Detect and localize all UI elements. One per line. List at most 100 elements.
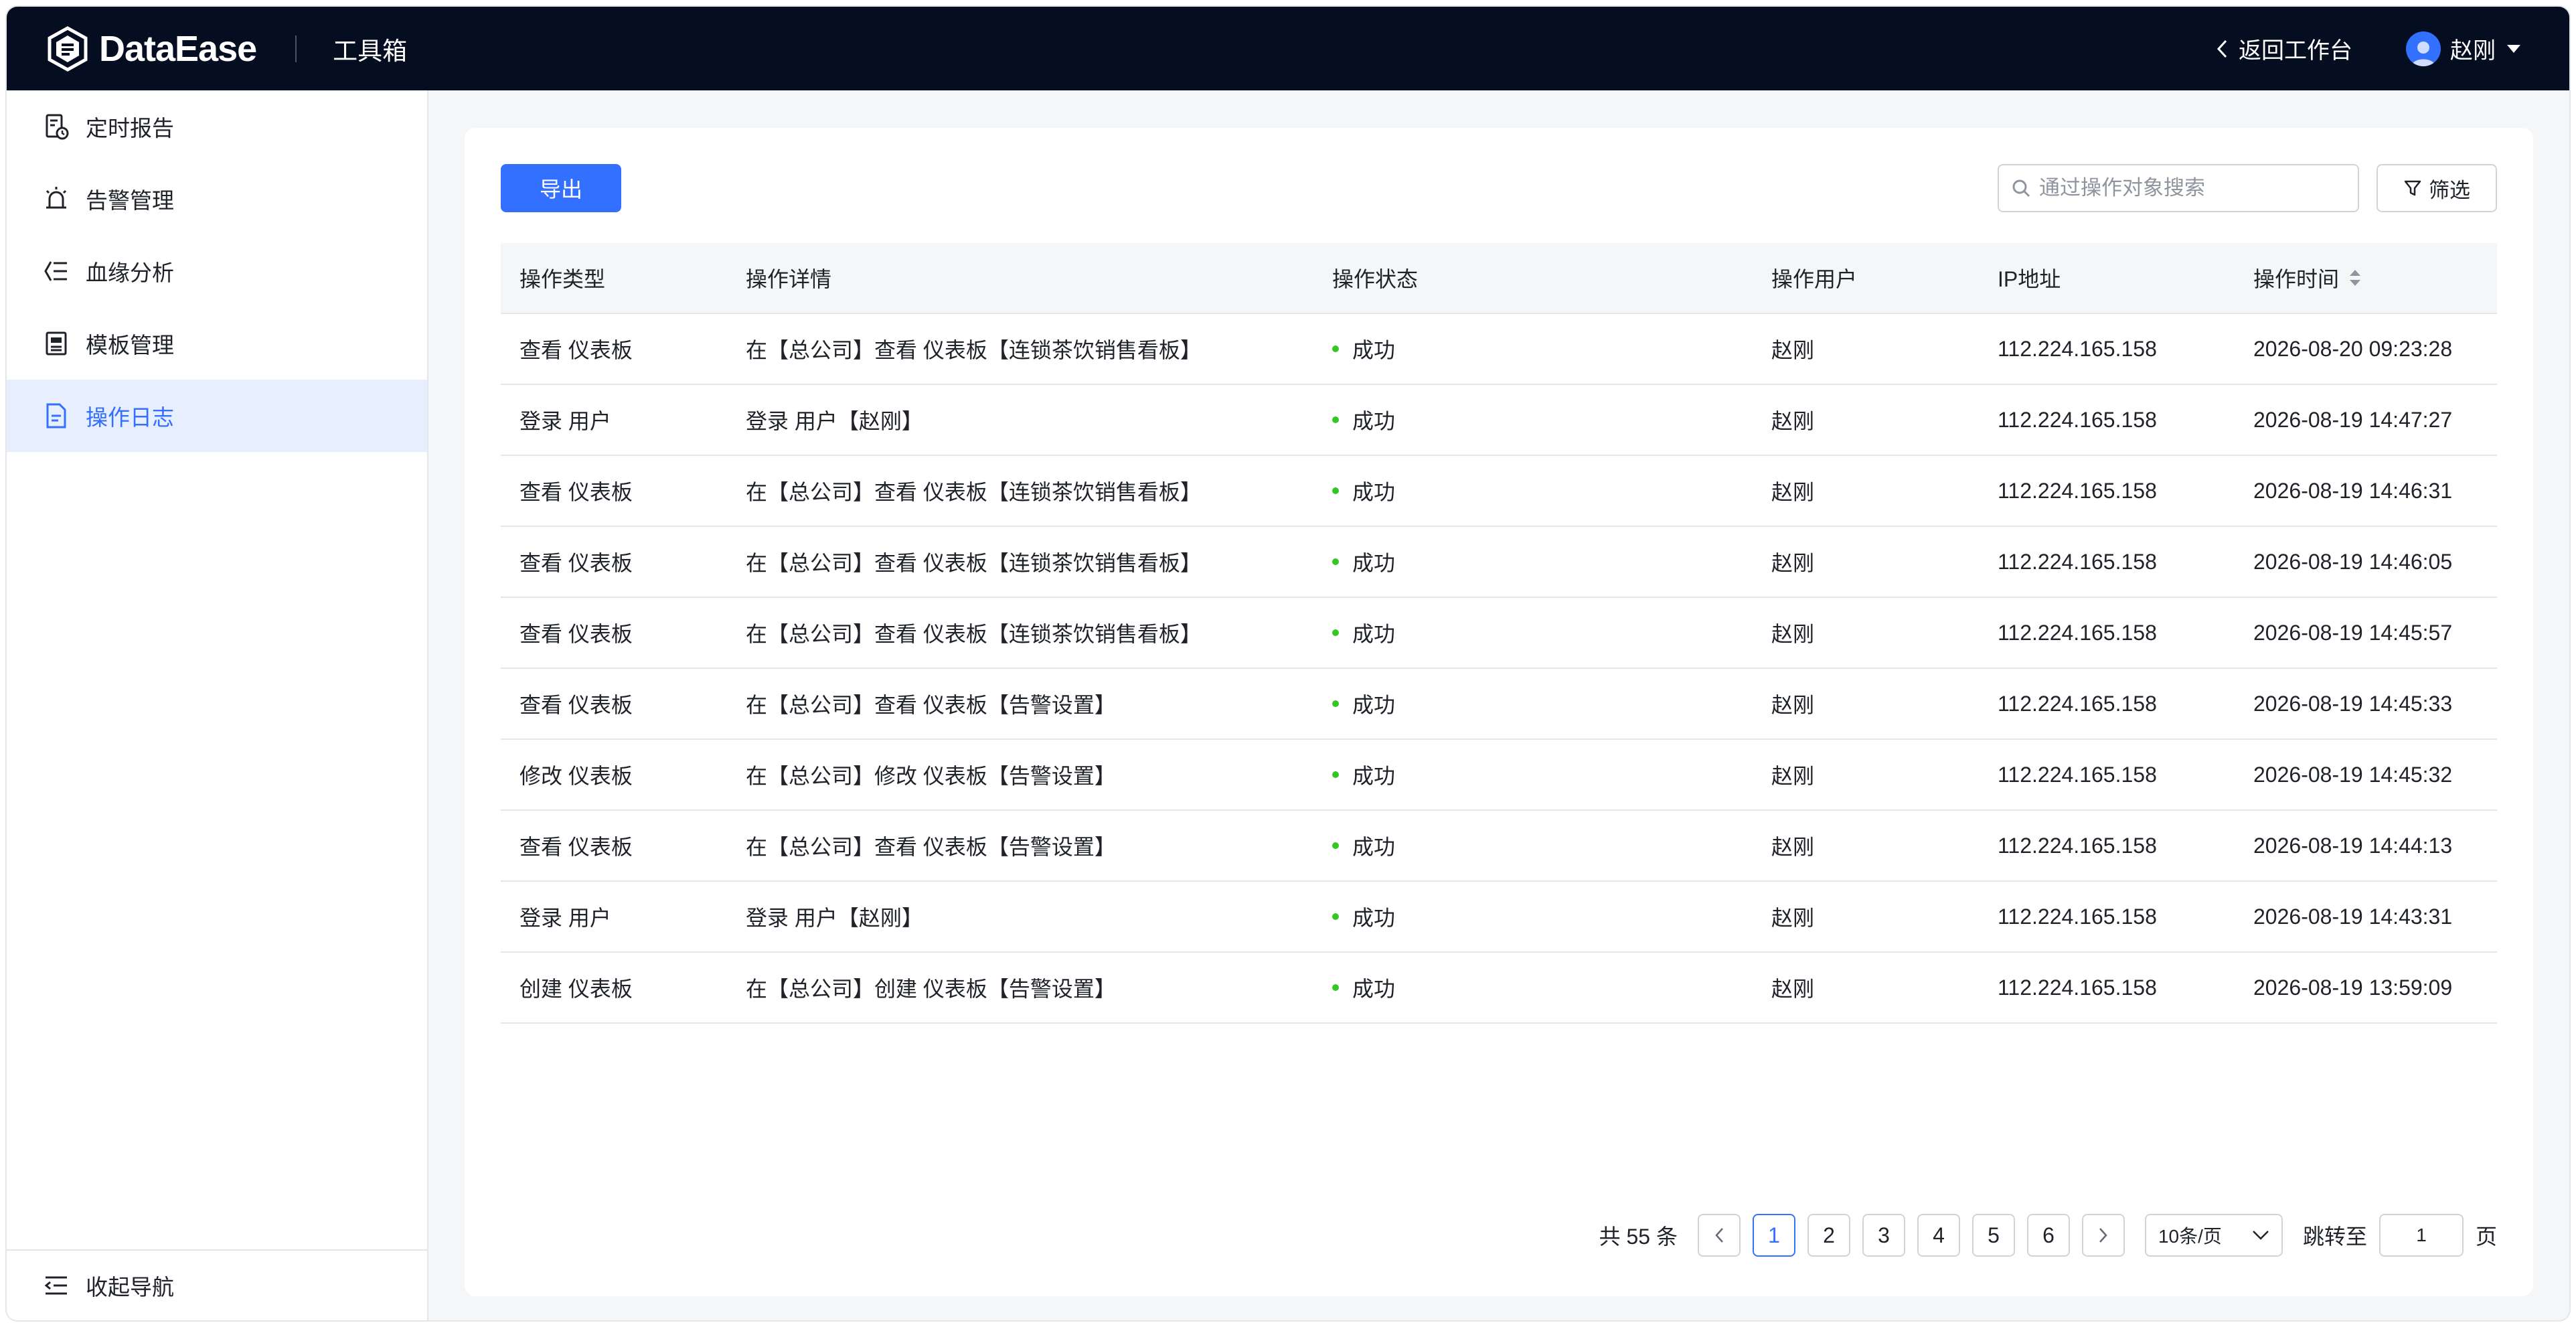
column-header-label: 操作时间	[2253, 267, 2340, 291]
cell-user: 赵刚	[1771, 835, 1815, 859]
status-dot	[1332, 771, 1339, 778]
cell-time: 2026-08-19 14:43:31	[2253, 904, 2453, 929]
status-text: 成功	[1352, 835, 1396, 859]
page-5-button[interactable]: 5	[1971, 1214, 2015, 1257]
section-title: 工具箱	[333, 37, 408, 65]
status-dot	[1332, 842, 1339, 849]
sidebar-item-lineage[interactable]: 血缘分析	[7, 235, 427, 307]
template-icon	[43, 330, 70, 357]
cell-type: 登录 用户	[519, 409, 611, 433]
cell-ip: 112.224.165.158	[1998, 691, 2157, 716]
cell-type: 修改 仪表板	[519, 764, 633, 788]
search-box[interactable]	[1998, 164, 2359, 212]
back-to-workbench-link[interactable]: 返回工作台	[2216, 32, 2352, 65]
sidebar-item-alarm[interactable]: 告警管理	[7, 163, 427, 235]
cell-time: 2026-08-19 14:45:32	[2253, 762, 2453, 787]
pagination: 共 55 条 123456 10条/页 跳转至 页	[1599, 1214, 2497, 1257]
header-divider	[295, 35, 297, 62]
cell-detail: 在【总公司】查看 仪表板【连锁茶饮销售看板】	[746, 622, 1202, 646]
status-dot	[1332, 487, 1339, 494]
status-dot	[1332, 700, 1339, 707]
column-header-status: 操作状态	[1313, 262, 1753, 293]
table-row[interactable]: 查看 仪表板 在【总公司】查看 仪表板【连锁茶饮销售看板】 成功 赵刚 112.224.…	[501, 527, 2497, 598]
cell-status: 成功	[1313, 617, 1753, 648]
status-dot	[1332, 984, 1339, 991]
cell-status: 成功	[1313, 972, 1753, 1003]
status-text: 成功	[1352, 480, 1396, 504]
user-avatar-icon	[2411, 41, 2435, 66]
search-input[interactable]	[2039, 176, 2334, 200]
cell-type: 查看 仪表板	[519, 338, 633, 362]
prev-page-button[interactable]	[1697, 1214, 1741, 1257]
status-text: 成功	[1352, 409, 1396, 433]
cell-status: 成功	[1313, 546, 1753, 577]
table-row[interactable]: 登录 用户 登录 用户【赵刚】 成功 赵刚 112.224.165.158 2026-08…	[501, 385, 2497, 456]
cell-ip: 112.224.165.158	[1998, 833, 2157, 858]
page-2-button[interactable]: 2	[1807, 1214, 1850, 1257]
cell-time: 2026-08-19 14:45:57	[2253, 620, 2453, 645]
collapse-nav-button[interactable]: 收起导航	[7, 1249, 427, 1320]
page-4-button[interactable]: 4	[1917, 1214, 1960, 1257]
cell-time: 2026-08-19 14:47:27	[2253, 407, 2453, 432]
sidebar-item-label: 操作日志	[86, 405, 174, 430]
table-row[interactable]: 登录 用户 登录 用户【赵刚】 成功 赵刚 112.224.165.158 2026-08…	[501, 882, 2497, 953]
cell-detail: 在【总公司】创建 仪表板【告警设置】	[746, 977, 1116, 1001]
avatar	[2406, 31, 2441, 66]
table-row[interactable]: 查看 仪表板 在【总公司】查看 仪表板【连锁茶饮销售看板】 成功 赵刚 112.224.…	[501, 314, 2497, 385]
status-text: 成功	[1352, 977, 1396, 1001]
cell-user: 赵刚	[1771, 693, 1815, 717]
table-row[interactable]: 查看 仪表板 在【总公司】查看 仪表板【连锁茶饮销售看板】 成功 赵刚 112.224.…	[501, 456, 2497, 527]
cell-time: 2026-08-19 14:44:13	[2253, 833, 2453, 858]
table-row[interactable]: 查看 仪表板 在【总公司】查看 仪表板【告警设置】 成功 赵刚 112.224.165.…	[501, 811, 2497, 882]
export-button[interactable]: 导出	[501, 164, 621, 212]
sidebar-item-scheduled-report[interactable]: 定时报告	[7, 90, 427, 163]
brand-logo[interactable]: DataEase	[44, 25, 257, 72]
status-text: 成功	[1352, 622, 1396, 646]
cell-user: 赵刚	[1771, 906, 1815, 930]
status-text: 成功	[1352, 764, 1396, 788]
table-row[interactable]: 创建 仪表板 在【总公司】创建 仪表板【告警设置】 成功 赵刚 112.224.165.…	[501, 953, 2497, 1024]
filter-icon	[2404, 180, 2421, 196]
cell-user: 赵刚	[1771, 480, 1815, 504]
sidebar: 定时报告 告警管理 血缘分析 模板管理 操作日志 收起导航	[7, 90, 428, 1320]
jump-label: 跳转至	[2302, 1225, 2367, 1249]
jump-unit: 页	[2475, 1225, 2497, 1249]
page-3-button[interactable]: 3	[1862, 1214, 1905, 1257]
brand-name: DataEase	[99, 28, 257, 69]
cell-type: 查看 仪表板	[519, 480, 633, 504]
table-row[interactable]: 查看 仪表板 在【总公司】查看 仪表板【连锁茶饮销售看板】 成功 赵刚 112.224.…	[501, 598, 2497, 669]
page-1-button[interactable]: 1	[1752, 1214, 1795, 1257]
sidebar-item-template[interactable]: 模板管理	[7, 307, 427, 380]
cell-type: 查看 仪表板	[519, 693, 633, 717]
cell-ip: 112.224.165.158	[1998, 762, 2157, 787]
page-number-list: 123456	[1752, 1214, 2082, 1257]
cell-time: 2026-08-19 14:45:33	[2253, 691, 2453, 716]
cell-status: 成功	[1313, 688, 1753, 719]
app-window: DataEase 工具箱 返回工作台 赵刚 定时报告 告警管理 血缘分析 模板管…	[7, 7, 2569, 1320]
sort-icon[interactable]	[2348, 268, 2362, 288]
sidebar-item-operation-log[interactable]: 操作日志	[7, 380, 427, 452]
next-page-button[interactable]	[2081, 1214, 2125, 1257]
cell-user: 赵刚	[1771, 409, 1815, 433]
cell-time: 2026-08-19 14:46:05	[2253, 549, 2453, 574]
cell-detail: 在【总公司】修改 仪表板【告警设置】	[746, 764, 1116, 788]
user-menu[interactable]: 赵刚	[2406, 31, 2521, 66]
column-header-detail: 操作详情	[746, 267, 832, 291]
table-row[interactable]: 修改 仪表板 在【总公司】修改 仪表板【告警设置】 成功 赵刚 112.224.165.…	[501, 740, 2497, 811]
column-header-time[interactable]: 操作时间	[2235, 262, 2497, 293]
table-row[interactable]: 查看 仪表板 在【总公司】查看 仪表板【告警设置】 成功 赵刚 112.224.165.…	[501, 669, 2497, 740]
filter-button[interactable]: 筛选	[2377, 164, 2497, 212]
collapse-icon	[43, 1272, 70, 1299]
cell-user: 赵刚	[1771, 551, 1815, 575]
page-6-button[interactable]: 6	[2026, 1214, 2070, 1257]
cell-status: 成功	[1313, 830, 1753, 861]
page-size-select[interactable]: 10条/页	[2144, 1214, 2283, 1257]
lineage-icon	[43, 258, 70, 285]
status-dot	[1332, 416, 1339, 423]
sidebar-item-label: 模板管理	[86, 333, 174, 358]
cell-time: 2026-08-19 13:59:09	[2253, 975, 2453, 1000]
cell-type: 查看 仪表板	[519, 835, 633, 859]
jump-page-input[interactable]	[2379, 1214, 2464, 1257]
status-dot	[1332, 345, 1339, 352]
status-dot	[1332, 629, 1339, 636]
